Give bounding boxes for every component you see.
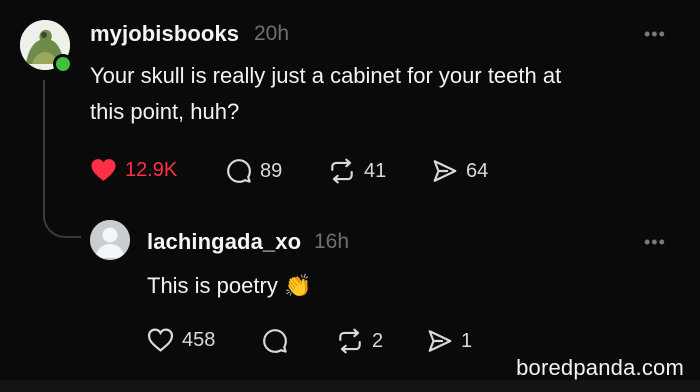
reply-like-count: 458 xyxy=(182,328,216,351)
send-icon xyxy=(433,160,457,182)
reply-more-options-icon[interactable]: ••• xyxy=(644,232,666,253)
heart-filled-icon xyxy=(91,159,116,181)
thread-connector xyxy=(43,204,81,238)
post-username[interactable]: myjobisbooks xyxy=(90,21,239,47)
reply-repost-count: 2 xyxy=(372,329,384,352)
reply-timestamp: 16h xyxy=(314,230,350,253)
post-text-line-2: this point, huh? xyxy=(90,99,240,124)
post-like-count: 12.9K xyxy=(125,158,178,181)
clapping-hands-emoji: 👏 xyxy=(283,273,312,298)
post-timestamp: 20h xyxy=(254,22,290,45)
post-more-options-icon[interactable]: ••• xyxy=(644,24,666,45)
repost-icon xyxy=(339,328,361,354)
reply-reply-button[interactable] xyxy=(262,328,296,354)
post-repost-count: 41 xyxy=(364,159,387,182)
reply-like-button[interactable]: 458 xyxy=(147,328,215,352)
post-reply-button[interactable]: 89 xyxy=(226,158,282,184)
post-text-line-1: Your skull is really just a cabinet for … xyxy=(90,63,562,88)
heart-outline-icon xyxy=(147,328,174,352)
reply-share-button[interactable]: 1 xyxy=(427,328,472,354)
repost-icon xyxy=(331,158,353,184)
online-status-indicator xyxy=(53,54,73,74)
reply-username[interactable]: lachingada_xo xyxy=(147,229,301,255)
post-share-count: 64 xyxy=(466,159,489,182)
bottom-divider xyxy=(0,380,700,392)
thread-line xyxy=(43,80,45,220)
avatar-lachingada-xo[interactable] xyxy=(90,220,130,260)
speech-bubble-icon xyxy=(263,329,287,353)
boredpanda-watermark: boredpanda.com xyxy=(516,355,684,380)
reply-repost-button[interactable]: 2 xyxy=(336,328,383,354)
post-like-button[interactable]: 12.9K xyxy=(90,158,177,182)
reply-text: This is poetry xyxy=(147,273,278,298)
reply-text-container: This is poetry 👏 xyxy=(147,269,311,303)
speech-bubble-icon xyxy=(227,159,251,183)
post-share-button[interactable]: 64 xyxy=(432,158,488,184)
post-repost-button[interactable]: 41 xyxy=(328,158,386,184)
post-reply-count: 89 xyxy=(260,159,283,182)
send-icon xyxy=(428,330,452,352)
reply-share-count: 1 xyxy=(461,329,473,352)
